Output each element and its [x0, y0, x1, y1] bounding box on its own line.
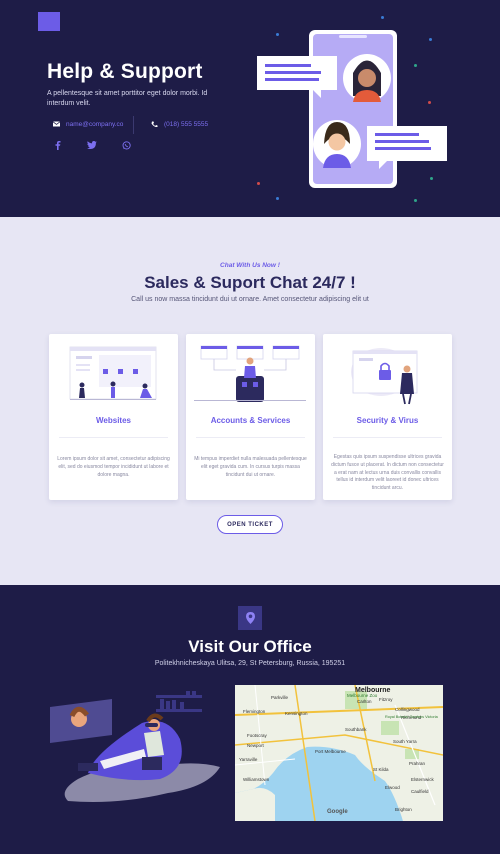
map-label: Port Melbourne [315, 749, 346, 754]
security-illustration [351, 348, 418, 405]
sales-section: Chat With Us Now ! Sales & Suport Chat 2… [0, 217, 500, 585]
facebook-icon[interactable] [52, 139, 64, 151]
map-label: South Yarra [393, 739, 417, 744]
logo-icon[interactable] [38, 12, 60, 31]
sales-subtitle: Call us now massa tincidunt dui ut ornar… [131, 296, 369, 303]
accounts-illustration [194, 345, 306, 402]
map-label: St Kilda [373, 767, 389, 772]
contact-divider [133, 116, 134, 134]
map-label: Kensington [285, 711, 308, 716]
office-title: Visit Our Office [188, 637, 312, 656]
map-pin-icon [238, 606, 262, 630]
map-attribution: Google [327, 809, 348, 815]
map-label: Carlton [357, 699, 372, 704]
mail-icon [52, 120, 60, 128]
twitter-icon[interactable] [86, 139, 98, 151]
map-label: Brighton [395, 807, 412, 812]
card-title: Websites [96, 416, 131, 425]
card-divider [196, 437, 305, 438]
office-address: Politekhnicheskaya Ulitsa, 29, St Peters… [154, 660, 346, 667]
card-security-virus[interactable]: Security & Virus Egestas quis ipsum susp… [323, 334, 452, 500]
star-decoration [276, 197, 279, 200]
card-divider [59, 437, 168, 438]
card-title: Security & Virus [356, 416, 419, 425]
phone-chat-illustration [257, 30, 447, 188]
sales-title: Sales & Suport Chat 24/7 ! [144, 273, 356, 292]
map-label: Fitzroy [379, 697, 393, 702]
whatsapp-icon[interactable] [120, 139, 132, 151]
card-body: Mi tempus imperdiet nulla malesuada pell… [194, 456, 307, 478]
card-body: Egestas quis ipsum suspendisse ultrices … [331, 454, 444, 492]
map-label: Prahran [409, 761, 426, 766]
email-text: name@company.co [66, 120, 124, 128]
office-section: Visit Our Office Politekhnicheskaya Ulit… [0, 585, 500, 854]
phone-icon [150, 120, 158, 128]
hero-title: Help & Support [47, 60, 203, 83]
map-label: Melbourne Zoo [347, 693, 378, 698]
star-decoration [414, 199, 417, 202]
map-label: Newport [247, 743, 264, 748]
card-divider [333, 437, 442, 438]
map-label: Parkville [271, 695, 289, 700]
office-map[interactable]: Melbourne Carlton Parkville Collingwood … [235, 685, 443, 821]
map-label: Southbank [345, 727, 367, 732]
map-label: Caulfield [411, 789, 429, 794]
hero-text: A pellentesque sit amet porttitor eget d… [47, 90, 208, 107]
map-label: Flemington [243, 709, 266, 714]
card-title: Accounts & Services [210, 416, 291, 425]
card-websites[interactable]: Websites Lorem ipsum dolor sit amet, con… [49, 334, 178, 500]
map-label: Yarraville [239, 757, 258, 762]
map-label: Footscray [247, 733, 267, 738]
email-link[interactable]: name@company.co [52, 120, 123, 128]
map-label: Williamstown [243, 777, 270, 782]
card-body: Lorem ipsum dolor sit amet, consectetur … [57, 456, 170, 478]
reading-person-illustration [50, 691, 221, 802]
websites-illustration [69, 346, 157, 400]
card-accounts-services[interactable]: Accounts & Services Mi tempus imperdiet … [186, 334, 315, 500]
open-ticket-button[interactable]: OPEN TICKET [217, 515, 283, 534]
map-label: Elwood [385, 785, 400, 790]
map-label: Royal Botanic Gardens Victoria [385, 715, 438, 719]
hero-section: Help & Support A pellentesque sit amet p… [0, 0, 500, 217]
phone-text: (018) 555 5555 [164, 120, 209, 128]
phone-link[interactable]: (018) 555 5555 [150, 120, 208, 128]
map-label: Collingwood [395, 707, 420, 712]
sales-kicker: Chat With Us Now ! [220, 262, 280, 269]
star-decoration [381, 16, 384, 19]
map-label: Elsternwick [411, 777, 434, 782]
